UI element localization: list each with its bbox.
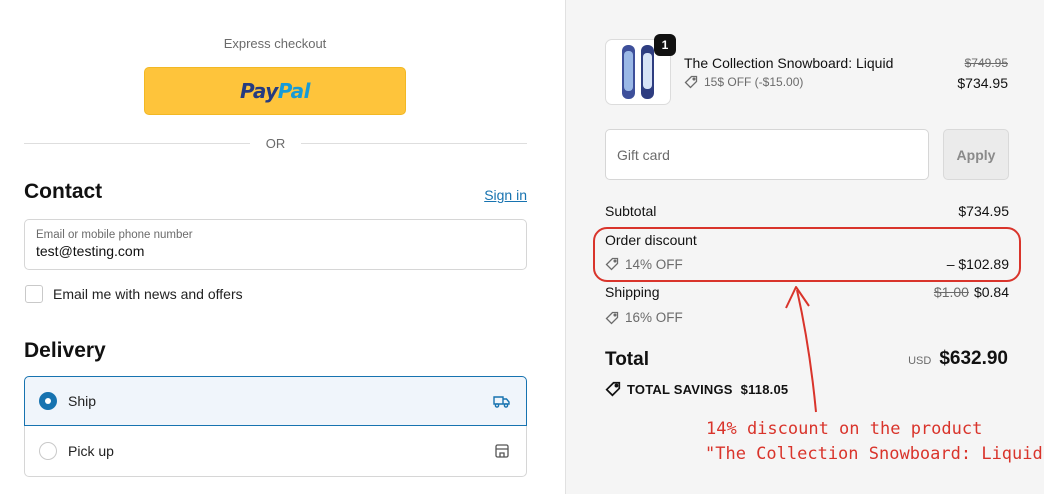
or-text: OR (265, 135, 286, 151)
shipping-price: $0.84 (973, 284, 1009, 300)
shipping-values: $1.00 $0.84 (934, 284, 1009, 300)
ship-radio[interactable] (39, 392, 57, 410)
subtotal-row: Subtotal $734.95 (605, 203, 1009, 219)
truck-icon (492, 391, 512, 411)
shipping-discount-group: 16% OFF (605, 310, 683, 325)
email-input[interactable] (36, 243, 515, 259)
shipping-label: Shipping (605, 284, 660, 300)
subtotal-value: $734.95 (958, 203, 1009, 219)
total-savings-value: $118.05 (740, 381, 789, 397)
email-field-label: Email or mobile phone number (36, 229, 193, 241)
delivery-option-pickup[interactable]: Pick up (24, 426, 527, 477)
express-checkout-label: Express checkout (223, 36, 327, 51)
email-field[interactable]: Email or mobile phone number (24, 219, 527, 270)
tag-icon (605, 257, 619, 271)
paypal-logo: PayPal (239, 79, 311, 103)
divider-line (24, 142, 250, 144)
newsletter-option[interactable]: Email me with news and offers (25, 285, 243, 303)
currency-code: USD (908, 355, 932, 367)
product-name: The Collection Snowboard: Liquid (684, 55, 894, 71)
order-discount-code: 14% OFF (625, 256, 683, 272)
order-discount-value: – $102.89 (946, 256, 1009, 272)
divider-line (301, 142, 527, 144)
product-discount: 15$ OFF (-$15.00) (684, 75, 803, 89)
product-original-price: $749.95 (964, 56, 1008, 70)
shipping-original-price: $1.00 (933, 284, 969, 300)
paypal-button[interactable]: PayPal (144, 67, 406, 115)
sign-in-link[interactable]: Sign in (484, 187, 527, 203)
subtotal-label: Subtotal (605, 203, 657, 219)
order-discount-detail-row: 14% OFF – $102.89 (605, 256, 1009, 272)
annotation-line-2: "The Collection Snowboard: Liquid" (705, 444, 1044, 464)
total-savings: TOTAL SAVINGS $118.05 (605, 381, 788, 397)
pickup-label: Pick up (68, 443, 114, 459)
newsletter-checkbox[interactable] (25, 285, 43, 303)
product-price: $734.95 (957, 75, 1008, 91)
store-icon (492, 441, 512, 461)
order-discount-code-group: 14% OFF (605, 257, 683, 272)
shipping-discount-code: 16% OFF (625, 310, 683, 325)
order-discount-label: Order discount (605, 232, 697, 248)
product-discount-text: 15$ OFF (-$15.00) (704, 75, 804, 89)
tag-icon (605, 311, 619, 325)
newsletter-label: Email me with news and offers (53, 286, 243, 302)
ship-label: Ship (68, 393, 97, 409)
total-savings-label: TOTAL SAVINGS (627, 381, 733, 397)
checkout-form-column: Express checkout PayPal OR Contact Sign … (0, 0, 565, 494)
annotation-line-1: 14% discount on the product (706, 419, 983, 439)
or-divider: OR (24, 134, 527, 152)
total-label: Total (605, 349, 649, 370)
delivery-options: Ship Pick up (24, 376, 527, 477)
paypal-logo-pay: Pay (239, 79, 278, 103)
checkout-page: Express checkout PayPal OR Contact Sign … (0, 0, 1044, 494)
contact-heading: Contact (24, 180, 103, 203)
tag-icon (605, 381, 621, 397)
paypal-logo-pal: Pal (277, 79, 311, 103)
apply-button[interactable]: Apply (943, 129, 1009, 180)
delivery-heading: Delivery (24, 339, 106, 362)
delivery-option-ship[interactable]: Ship (24, 376, 527, 426)
quantity-badge: 1 (654, 34, 676, 56)
shipping-discount-row: 16% OFF (605, 310, 1009, 325)
order-discount-row: Order discount (605, 232, 1009, 248)
gift-card-input[interactable] (605, 129, 929, 180)
shipping-row: Shipping $1.00 $0.84 (605, 284, 1009, 300)
tag-icon (684, 75, 698, 89)
total-amount: USD $632.90 (908, 348, 1008, 370)
pickup-radio[interactable] (39, 442, 57, 460)
total-value: $632.90 (939, 348, 1008, 369)
